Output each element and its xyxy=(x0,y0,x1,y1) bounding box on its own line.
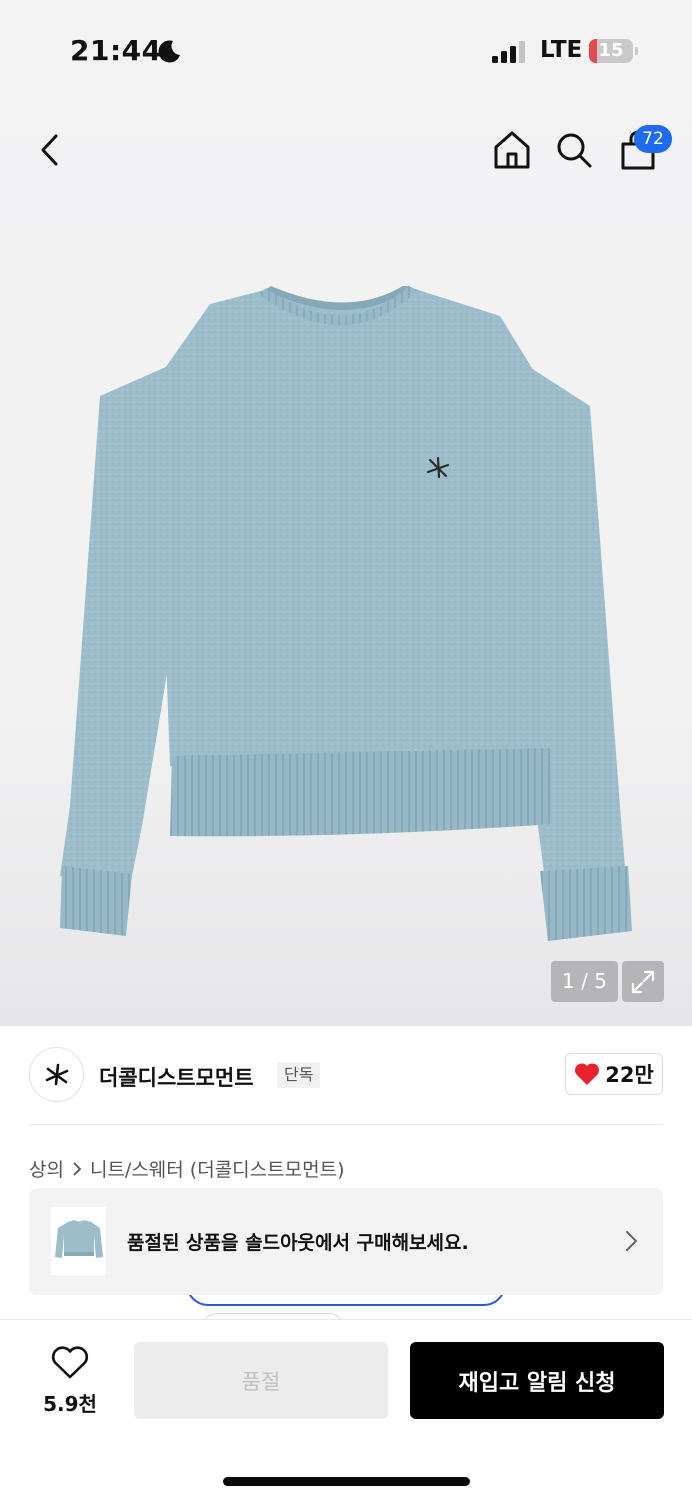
battery-icon: 15 xyxy=(589,39,633,63)
expand-icon xyxy=(631,970,655,993)
restock-alert-button[interactable]: 재입고 알림 신청 xyxy=(410,1342,664,1419)
product-image-gallery[interactable]: 21:44 LTE 15 72 1 / 5 xyxy=(0,0,692,1026)
breadcrumb-category[interactable]: 상의 xyxy=(29,1155,64,1182)
exclusive-badge: 단독 xyxy=(277,1062,321,1088)
signal-icon xyxy=(492,41,525,63)
back-button[interactable] xyxy=(26,126,74,174)
network-label: LTE xyxy=(540,37,583,63)
product-image xyxy=(60,286,632,941)
soldout-banner[interactable]: 품절된 상품을 솔드아웃에서 구매해보세요. xyxy=(29,1188,663,1295)
home-indicator xyxy=(223,1477,470,1486)
image-pager: 1 / 5 xyxy=(551,961,618,1002)
brand-like-count: 22만 xyxy=(605,1063,654,1087)
purchase-footer: 5.9천 품절 재입고 알림 신청 xyxy=(0,1319,692,1500)
status-time: 21:44 xyxy=(70,34,162,67)
chevron-right-icon xyxy=(626,1231,638,1251)
chevron-left-icon xyxy=(41,134,58,166)
heart-outline-icon xyxy=(51,1346,89,1379)
home-icon xyxy=(494,131,530,169)
brand-name[interactable]: 더콜디스트모먼트 xyxy=(99,1062,254,1092)
heart-filled-icon xyxy=(575,1063,600,1085)
search-icon xyxy=(557,133,592,168)
wishlist-count: 5.9천 xyxy=(43,1392,97,1416)
sweater-thumbnail-icon xyxy=(54,1220,103,1258)
battery-tip xyxy=(635,47,638,55)
battery-level: 15 xyxy=(598,40,624,61)
brand-row: 더콜디스트모먼트 단독 22만 xyxy=(0,1026,692,1126)
star-logo-icon xyxy=(45,1063,68,1085)
status-bar: 21:44 LTE 15 xyxy=(0,0,692,100)
expand-image-button[interactable] xyxy=(622,961,664,1002)
home-button[interactable] xyxy=(488,126,536,174)
cart-count-badge: 72 xyxy=(634,125,672,153)
wishlist-button[interactable]: 5.9천 xyxy=(34,1346,106,1416)
brand-like-button[interactable]: 22만 xyxy=(565,1053,663,1095)
search-button[interactable] xyxy=(550,126,598,174)
moon-icon xyxy=(158,40,180,63)
breadcrumb-subcategory[interactable]: 니트/스웨터 (더콜디스트모먼트) xyxy=(90,1155,345,1182)
chevron-right-icon xyxy=(73,1161,82,1176)
soldout-banner-text: 품절된 상품을 솔드아웃에서 구매해보세요. xyxy=(127,1232,469,1254)
divider xyxy=(29,1124,663,1125)
brand-logo[interactable] xyxy=(29,1047,84,1102)
soldout-button: 품절 xyxy=(134,1342,388,1419)
breadcrumb: 상의 니트/스웨터 (더콜디스트모먼트) xyxy=(29,1155,344,1182)
soldout-thumbnail xyxy=(51,1207,106,1275)
